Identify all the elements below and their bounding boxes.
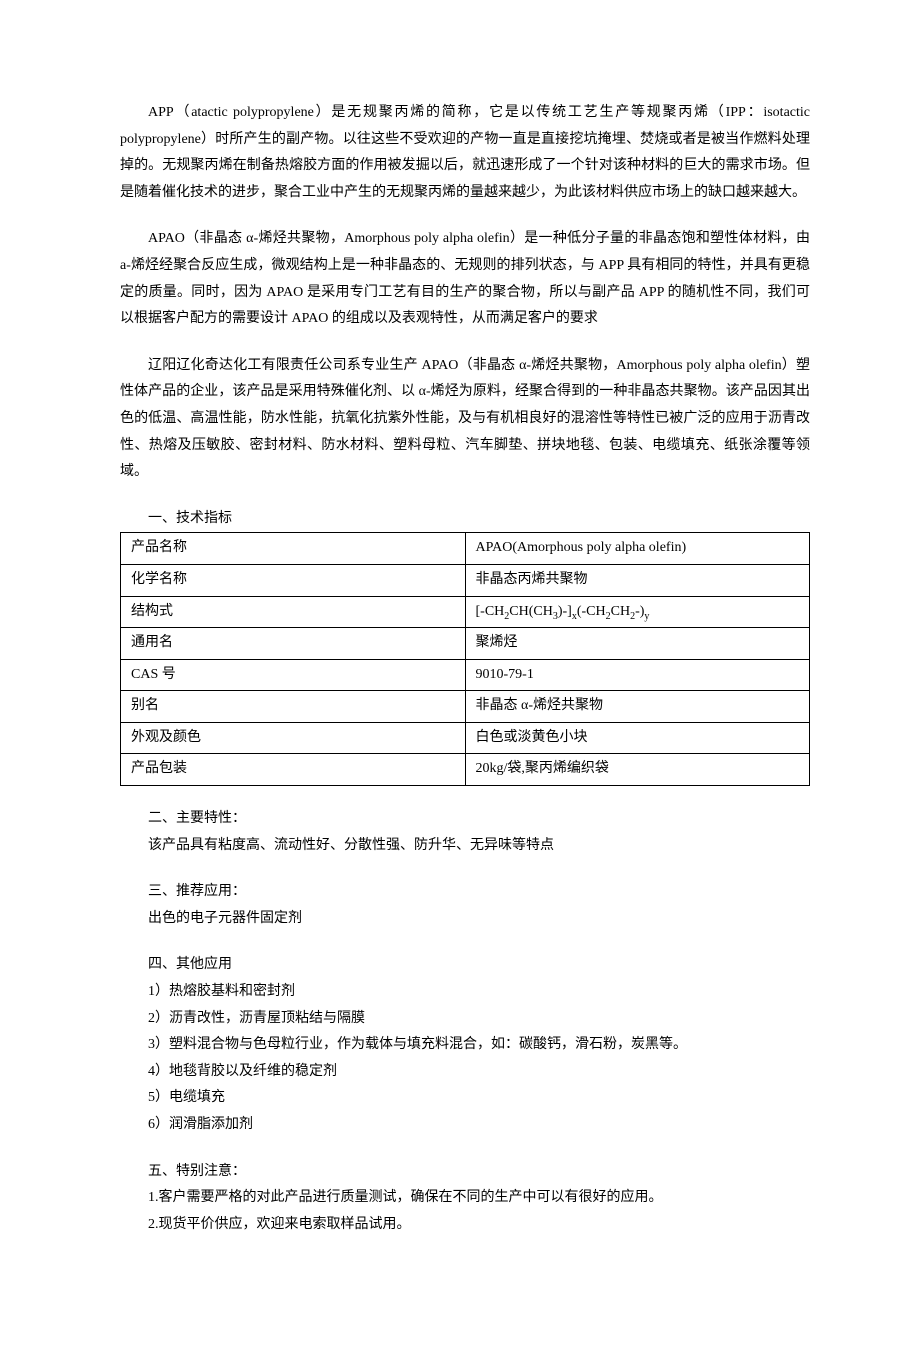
- table-row: 产品名称 APAO(Amorphous poly alpha olefin): [121, 533, 810, 565]
- spec-label: 结构式: [121, 596, 466, 628]
- spec-value: APAO(Amorphous poly alpha olefin): [465, 533, 810, 565]
- spec-value: [-CH2CH(CH3)-]x(-CH2CH2-)y: [465, 596, 810, 628]
- section-2-body: 该产品具有粘度高、流动性好、分散性强、防升华、无异味等特点: [120, 833, 810, 860]
- spec-table-body: 产品名称 APAO(Amorphous poly alpha olefin) 化…: [121, 533, 810, 786]
- spec-value: 20kg/袋,聚丙烯编织袋: [465, 754, 810, 786]
- spec-label: 产品包装: [121, 754, 466, 786]
- table-row: CAS 号 9010-79-1: [121, 659, 810, 691]
- table-row: 产品包装 20kg/袋,聚丙烯编织袋: [121, 754, 810, 786]
- paragraph-2: APAO（非晶态 α-烯烃共聚物，Amorphous poly alpha ol…: [120, 226, 810, 332]
- section-3-title: 三、推荐应用：: [120, 879, 810, 906]
- section-3: 三、推荐应用： 出色的电子元器件固定剂: [120, 879, 810, 932]
- spec-label: 产品名称: [121, 533, 466, 565]
- paragraph-1: APP（atactic polypropylene）是无规聚丙烯的简称，它是以传…: [120, 100, 810, 206]
- spec-label: 化学名称: [121, 564, 466, 596]
- section-5-title: 五、特别注意：: [120, 1159, 810, 1186]
- spec-label: 别名: [121, 691, 466, 723]
- list-item: 4）地毯背胶以及纤维的稳定剂: [120, 1059, 810, 1086]
- paragraph-3: 辽阳辽化奇达化工有限责任公司系专业生产 APAO（非晶态 α-烯烃共聚物，Amo…: [120, 353, 810, 486]
- section-3-body: 出色的电子元器件固定剂: [120, 906, 810, 933]
- list-item: 6）润滑脂添加剂: [120, 1112, 810, 1139]
- section-4-title: 四、其他应用: [120, 952, 810, 979]
- spec-value: 非晶态 α-烯烃共聚物: [465, 691, 810, 723]
- document-page: APP（atactic polypropylene）是无规聚丙烯的简称，它是以传…: [0, 0, 920, 1358]
- spec-label: 外观及颜色: [121, 722, 466, 754]
- list-item: 2）沥青改性，沥青屋顶粘结与隔膜: [120, 1006, 810, 1033]
- list-item: 1.客户需要严格的对此产品进行质量测试，确保在不同的生产中可以有很好的应用。: [120, 1185, 810, 1212]
- spec-value: 白色或淡黄色小块: [465, 722, 810, 754]
- table-row: 结构式 [-CH2CH(CH3)-]x(-CH2CH2-)y: [121, 596, 810, 628]
- spec-value: 非晶态丙烯共聚物: [465, 564, 810, 596]
- table-row: 通用名 聚烯烃: [121, 628, 810, 660]
- list-item: 1）热熔胶基料和密封剂: [120, 979, 810, 1006]
- list-item: 5）电缆填充: [120, 1085, 810, 1112]
- section-1-title: 一、技术指标: [120, 506, 810, 533]
- section-4: 四、其他应用 1）热熔胶基料和密封剂 2）沥青改性，沥青屋顶粘结与隔膜 3）塑料…: [120, 952, 810, 1138]
- spec-table: 产品名称 APAO(Amorphous poly alpha olefin) 化…: [120, 532, 810, 786]
- table-row: 别名 非晶态 α-烯烃共聚物: [121, 691, 810, 723]
- table-row: 化学名称 非晶态丙烯共聚物: [121, 564, 810, 596]
- list-item: 3）塑料混合物与色母粒行业，作为载体与填充料混合，如：碳酸钙，滑石粉，炭黑等。: [120, 1032, 810, 1059]
- section-2: 二、主要特性： 该产品具有粘度高、流动性好、分散性强、防升华、无异味等特点: [120, 806, 810, 859]
- spec-value: 9010-79-1: [465, 659, 810, 691]
- section-5: 五、特别注意： 1.客户需要严格的对此产品进行质量测试，确保在不同的生产中可以有…: [120, 1159, 810, 1239]
- spec-label: CAS 号: [121, 659, 466, 691]
- section-2-title: 二、主要特性：: [120, 806, 810, 833]
- table-row: 外观及颜色 白色或淡黄色小块: [121, 722, 810, 754]
- spec-label: 通用名: [121, 628, 466, 660]
- spec-value: 聚烯烃: [465, 628, 810, 660]
- list-item: 2.现货平价供应，欢迎来电索取样品试用。: [120, 1212, 810, 1239]
